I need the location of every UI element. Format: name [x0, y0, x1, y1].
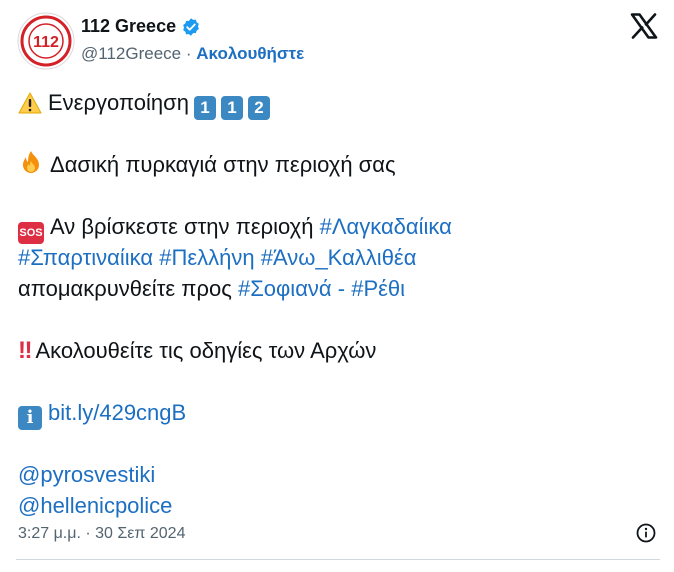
account-name-row: 112 Greece	[81, 16, 201, 37]
hashtag-link[interactable]: #Άνω_Καλλιθέα	[261, 245, 417, 270]
activation-text: Ενεργοποίηση	[48, 90, 189, 115]
timestamp[interactable]: 3:27 μ.μ. · 30 Σεπ 2024	[18, 525, 185, 543]
handle-row: @112Greece · Ακολουθήστε	[81, 44, 304, 64]
wildfire-text: Δασική πυρκαγιά στην περιοχή σας	[50, 152, 396, 177]
separator-dot: ·	[185, 44, 192, 63]
line-instructions: ‼ Ακολουθείτε τις οδηγίες των Αρχών	[18, 335, 658, 366]
information-icon: i	[18, 406, 42, 430]
double-exclamation-icon: ‼	[18, 337, 32, 364]
line-evacuate: απομακρυνθείτε προς #Σοφιανά - #Ρέθι	[18, 273, 658, 304]
mention-link[interactable]: @hellenicpolice	[18, 493, 172, 518]
fire-icon	[23, 151, 39, 173]
divider	[16, 559, 660, 560]
line-activation: Ενεργοποίηση 1 1 2	[18, 87, 658, 120]
hashtag-link[interactable]: #Σοφιανά	[238, 276, 332, 301]
account-handle[interactable]: @112Greece	[81, 44, 181, 63]
area-text: Αν βρίσκεστε στην περιοχή	[50, 214, 314, 239]
account-name[interactable]: 112 Greece	[81, 16, 176, 37]
line-villages: #Σπαρτιναίικα #Πελλήνη #Άνω_Καλλιθέα	[18, 242, 658, 273]
line-mention: @hellenicpolice	[18, 490, 658, 521]
verified-badge-icon	[183, 17, 199, 36]
line-area: SOS Αν βρίσκεστε στην περιοχή #Λαγκαδαίικ…	[18, 211, 658, 244]
tweet-body: Ενεργοποίηση 1 1 2 Δασική πυρκαγιά στην περ…	[18, 87, 658, 521]
evacuate-text: απομακρυνθείτε προς	[18, 276, 232, 301]
warning-icon	[18, 92, 42, 114]
keycap-one: 1	[220, 96, 243, 120]
short-link[interactable]: bit.ly/429cngB	[48, 400, 186, 425]
avatar[interactable]: 112	[17, 12, 75, 70]
x-logo-icon[interactable]	[630, 13, 658, 39]
keycap-two: 2	[247, 96, 270, 120]
hashtag-link[interactable]: #Σπαρτιναίικα	[18, 245, 153, 270]
mention-link[interactable]: @pyrosvestiki	[18, 462, 155, 487]
sos-icon: SOS	[18, 222, 44, 244]
instructions-text: Ακολουθείτε τις οδηγίες των Αρχών	[35, 338, 377, 363]
avatar-text: 112	[33, 34, 59, 51]
info-circle-icon[interactable]	[636, 523, 656, 543]
line-link: i bit.ly/429cngB	[18, 397, 658, 430]
line-wildfire: Δασική πυρκαγιά στην περιοχή σας	[18, 149, 658, 180]
dash-separator: -	[337, 276, 346, 301]
hashtag-link[interactable]: #Ρέθι	[351, 276, 405, 301]
line-mention: @pyrosvestiki	[18, 459, 658, 490]
hashtag-link[interactable]: #Λαγκαδαίικα	[320, 214, 452, 239]
tweet-card: 112 112 Greece @112Greece · Ακολουθήστε …	[0, 0, 674, 572]
follow-button[interactable]: Ακολουθήστε	[196, 44, 304, 63]
hashtag-link[interactable]: #Πελλήνη	[159, 245, 254, 270]
keycap-one: 1	[193, 96, 216, 120]
